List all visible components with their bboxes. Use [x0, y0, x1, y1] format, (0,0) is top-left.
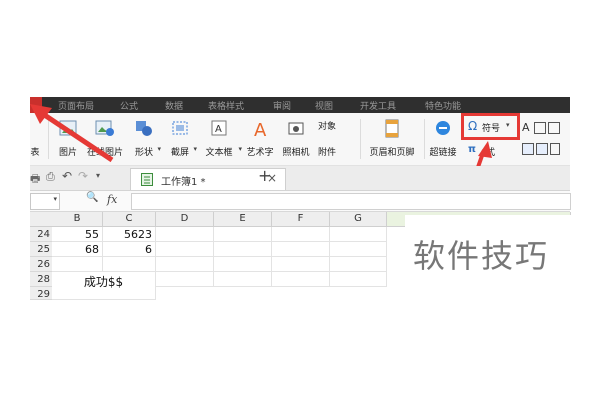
- print-icon[interactable]: 🖶: [30, 170, 40, 189]
- cell-e28[interactable]: [214, 272, 272, 287]
- undo-icon[interactable]: ↶: [62, 169, 72, 183]
- cell-d28[interactable]: [156, 272, 214, 287]
- cell-f26[interactable]: [272, 257, 330, 272]
- cell-b25[interactable]: 68: [52, 242, 103, 257]
- column-header-g[interactable]: G: [330, 212, 387, 227]
- column-header-f[interactable]: F: [272, 212, 330, 227]
- row-header[interactable]: 28: [30, 272, 52, 287]
- spreadsheet-file-icon: [141, 173, 153, 186]
- cell-g24[interactable]: [330, 227, 387, 242]
- cell-d26[interactable]: [156, 257, 214, 272]
- cell-f28[interactable]: [272, 272, 330, 287]
- cell-c25[interactable]: 6: [103, 242, 156, 257]
- arrow-up-head: [478, 141, 492, 158]
- cell-f24[interactable]: [272, 227, 330, 242]
- watermark-text: 软件技巧: [413, 237, 550, 275]
- cell-e26[interactable]: [214, 257, 272, 272]
- cell-c26[interactable]: [103, 257, 156, 272]
- column-header-b[interactable]: B: [52, 212, 103, 227]
- watermark: 软件技巧: [405, 215, 590, 295]
- formula-input[interactable]: [131, 193, 571, 210]
- cell-g26[interactable]: [330, 257, 387, 272]
- row-header[interactable]: 26: [30, 257, 52, 272]
- cell-b24[interactable]: 55: [52, 227, 103, 242]
- column-header-e[interactable]: E: [214, 212, 272, 227]
- row-header[interactable]: 25: [30, 242, 52, 257]
- namebox-dropdown-icon[interactable]: ▾: [53, 195, 57, 203]
- arrow-left-head: [30, 104, 52, 124]
- corner-header: [30, 212, 53, 227]
- column-header-c[interactable]: C: [103, 212, 156, 227]
- formula-bar: ▾ 🔍 fx: [30, 191, 571, 212]
- cell-f25[interactable]: [272, 242, 330, 257]
- cell-b26[interactable]: [52, 257, 103, 272]
- cell-e24[interactable]: [214, 227, 272, 242]
- cell-d24[interactable]: [156, 227, 214, 242]
- cell-e25[interactable]: [214, 242, 272, 257]
- redo-icon[interactable]: ↷: [78, 169, 88, 183]
- row-header[interactable]: 29: [30, 287, 52, 300]
- cell-d25[interactable]: [156, 242, 214, 257]
- document-tab-bar: 🖶 ⎙ ↶ ↷ ▾ 工作簿1 * × +: [30, 166, 570, 191]
- cell-c24[interactable]: 5623: [103, 227, 156, 242]
- column-header-d[interactable]: D: [156, 212, 214, 227]
- merged-cell-b28[interactable]: 成功$$: [52, 272, 156, 300]
- cell-g25[interactable]: [330, 242, 387, 257]
- fx-button[interactable]: fx: [107, 193, 117, 206]
- name-box[interactable]: ▾: [30, 193, 60, 210]
- zoom-icon[interactable]: 🔍: [86, 192, 98, 203]
- new-tab-button[interactable]: +: [258, 166, 271, 185]
- arrow-left-line: [38, 109, 114, 163]
- tab-title: 工作簿1 *: [161, 177, 206, 188]
- row-header[interactable]: 24: [30, 227, 52, 242]
- quick-access-dropdown-icon[interactable]: ▾: [96, 171, 100, 180]
- cell-g28[interactable]: [330, 272, 387, 287]
- preview-icon[interactable]: ⎙: [46, 170, 55, 184]
